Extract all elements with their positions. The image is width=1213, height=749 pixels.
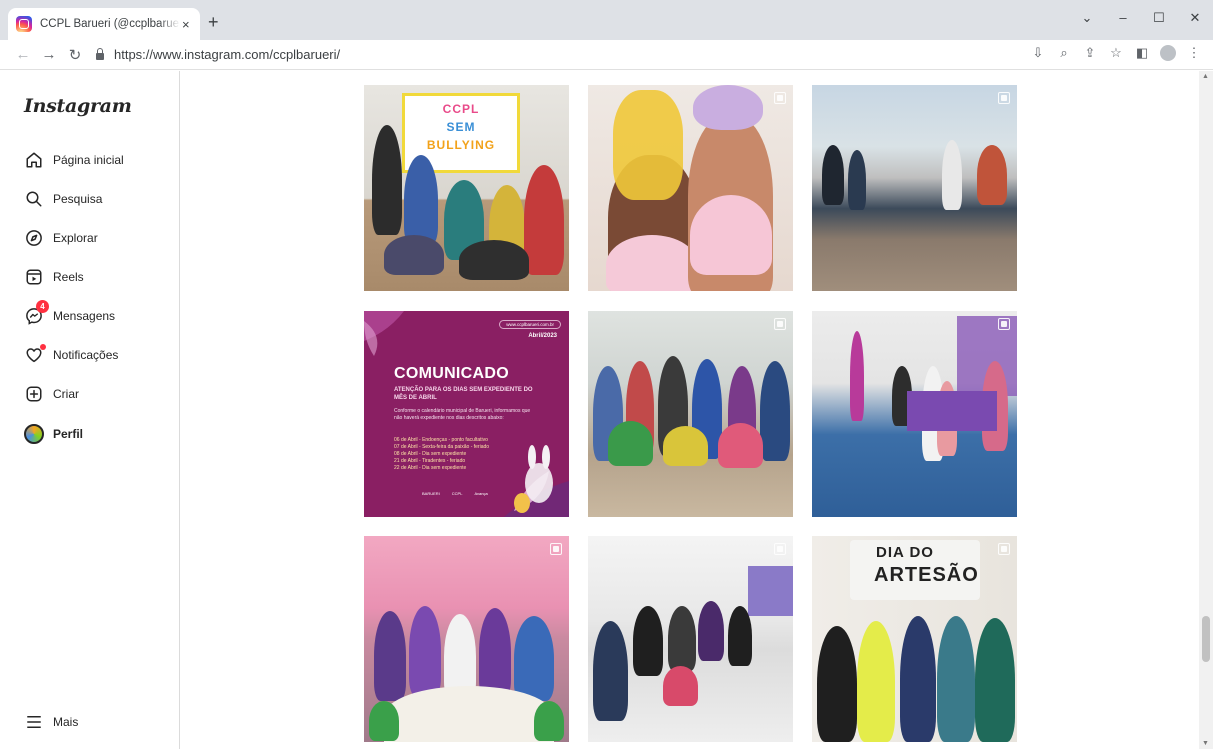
close-window-button[interactable]: ✕ <box>1177 0 1213 36</box>
post-tile-gym-party[interactable] <box>812 311 1017 517</box>
notification-badge: 4 <box>36 300 49 313</box>
scroll-up-arrow-icon[interactable]: ▲ <box>1202 73 1209 80</box>
sidebar-item-profile[interactable]: Perfil <box>24 422 83 446</box>
multi-image-icon <box>774 318 786 330</box>
sidebar-item-search[interactable]: Pesquisa <box>24 187 102 211</box>
post-tile-comunicado[interactable]: www.ccplbarueri.com.br Abril/2023 COMUNI… <box>364 311 569 517</box>
multi-image-icon <box>550 543 562 555</box>
sidebar-item-label: Criar <box>53 387 79 401</box>
reels-icon <box>24 267 44 287</box>
tab-search-icon[interactable]: ⌄ <box>1069 0 1105 36</box>
post-tile-dia-do-artesao[interactable]: DIA DO ARTESÃO <box>812 536 1017 742</box>
plus-square-icon <box>24 384 44 404</box>
tab-title: CCPL Barueri (@ccplbarueri) • Fo <box>40 18 180 30</box>
forward-arrow-icon[interactable]: → <box>36 46 62 63</box>
scrollbar-thumb[interactable] <box>1202 616 1210 662</box>
browser-tabbar: CCPL Barueri (@ccplbarueri) • Fo × + ⌄ –… <box>0 0 1213 40</box>
multi-image-icon <box>774 543 786 555</box>
sign-line: DIA DO <box>876 544 934 561</box>
sidebar-item-label: Mais <box>53 715 79 729</box>
sidebar-item-notifications[interactable]: Notificações <box>24 343 118 367</box>
post-headline: COMUNICADO <box>394 365 509 382</box>
post-tile-women-group[interactable] <box>364 536 569 742</box>
sidebar-item-label: Reels <box>53 270 84 284</box>
profile-avatar <box>24 424 44 444</box>
website-pill: www.ccplbarueri.com.br <box>499 320 561 329</box>
notification-dot <box>40 344 46 350</box>
list-item: 07 de Abril - Sexta-feira da paixão - fe… <box>394 444 490 450</box>
list-item: 08 de Abril - Dia sem expediente <box>394 451 467 457</box>
sidebar-item-more[interactable]: Mais <box>24 710 78 734</box>
sidebar-item-label: Explorar <box>53 231 98 245</box>
post-date: Abril/2023 <box>528 333 557 339</box>
instagram-favicon-icon <box>16 16 32 32</box>
logo-text: BARUERI <box>422 491 440 496</box>
sponsor-logos: BARUERI CCPL Avança <box>422 491 488 496</box>
sidebar-item-reels[interactable]: Reels <box>24 265 84 289</box>
bookmark-star-icon[interactable]: ☆ <box>1103 45 1129 61</box>
post-tile-outdoor-water-slide[interactable] <box>812 85 1017 291</box>
sign-line: SEM <box>446 120 476 134</box>
sidebar-item-label: Página inicial <box>53 153 124 167</box>
sign-line: CCPL <box>442 102 480 116</box>
hamburger-menu-icon <box>24 712 44 732</box>
logo-text: Avança <box>474 491 488 496</box>
sign-line: BULLYING <box>426 138 496 152</box>
sign-line: ARTESÃO <box>874 564 979 586</box>
instagram-logo[interactable]: Instagram <box>24 95 132 117</box>
list-item: 21 de Abril - Tiradentes - feriado <box>394 458 466 464</box>
url-text[interactable]: https://www.instagram.com/ccplbarueri/ <box>114 47 340 62</box>
new-tab-button[interactable]: + <box>208 12 219 33</box>
list-item: 06 de Abril - Endoenças - ponto facultat… <box>394 437 488 443</box>
browser-toolbar: ← → ↻ https://www.instagram.com/ccplbaru… <box>0 40 1213 70</box>
multi-image-icon <box>774 92 786 104</box>
post-tile-group-photo-hall[interactable] <box>588 311 793 517</box>
install-app-icon[interactable]: ⇩ <box>1025 45 1051 61</box>
logo-text: CCPL <box>451 491 463 496</box>
address-bar[interactable]: https://www.instagram.com/ccplbarueri/ <box>96 42 1032 66</box>
list-item: 22 de Abril - Dia sem expediente <box>394 465 467 471</box>
post-body: Conforme o calendário municipal de Barue… <box>394 408 531 421</box>
window-controls: ⌄ – ☐ ✕ <box>1069 0 1213 36</box>
search-icon <box>24 189 44 209</box>
sidebar-item-explore[interactable]: Explorar <box>24 226 98 250</box>
home-icon <box>24 150 44 170</box>
side-panel-icon[interactable]: ◧ <box>1129 45 1155 61</box>
reload-icon[interactable]: ↻ <box>62 46 88 64</box>
menu-kebab-icon[interactable]: ⋮ <box>1181 45 1207 61</box>
post-tile-classroom[interactable] <box>588 536 793 742</box>
holiday-list: 06 de Abril - Endoenças - ponto facultat… <box>394 437 489 472</box>
sidebar-item-label: Perfil <box>53 427 84 441</box>
browser-tab[interactable]: CCPL Barueri (@ccplbarueri) • Fo × <box>8 8 200 40</box>
share-icon[interactable]: ⇪ <box>1077 45 1103 61</box>
sidebar-item-label: Pesquisa <box>53 192 103 206</box>
multi-image-icon <box>998 543 1010 555</box>
scroll-down-arrow-icon[interactable]: ▼ <box>1202 740 1209 747</box>
profile-avatar-icon[interactable] <box>1160 45 1176 61</box>
sidebar-item-label: Notificações <box>53 348 119 362</box>
avatar <box>24 424 44 444</box>
post-tile-ccpl-sem-bullying[interactable]: CCPL SEM BULLYING <box>364 85 569 291</box>
close-tab-icon[interactable]: × <box>182 17 190 32</box>
sidebar-item-label: Mensagens <box>53 309 116 323</box>
instagram-sidebar: Instagram Página inicial Pesquisa Explor… <box>0 71 180 749</box>
post-tile-kids-bunny-masks[interactable] <box>588 85 793 291</box>
lock-icon[interactable] <box>96 47 104 60</box>
post-subheadline: ATENÇÃO PARA OS DIAS SEM EXPEDIENTE DO M… <box>394 387 533 401</box>
messenger-icon: 4 <box>24 300 49 326</box>
back-arrow-icon[interactable]: ← <box>10 46 36 63</box>
compass-icon <box>24 228 44 248</box>
minimize-button[interactable]: – <box>1105 0 1141 36</box>
page-scrollbar[interactable]: ▲ ▼ <box>1199 71 1213 749</box>
multi-image-icon <box>998 318 1010 330</box>
sidebar-item-messages[interactable]: 4 Mensagens <box>24 300 116 328</box>
zoom-icon[interactable]: ⌕ <box>1051 45 1077 61</box>
sidebar-item-create[interactable]: Criar <box>24 382 79 406</box>
multi-image-icon <box>998 92 1010 104</box>
toolbar-actions: ⇩ ⌕ ⇪ ☆ ◧ ⋮ <box>1025 45 1207 61</box>
restore-button[interactable]: ☐ <box>1141 0 1177 36</box>
heart-icon <box>24 344 46 365</box>
sidebar-item-home[interactable]: Página inicial <box>24 148 124 172</box>
